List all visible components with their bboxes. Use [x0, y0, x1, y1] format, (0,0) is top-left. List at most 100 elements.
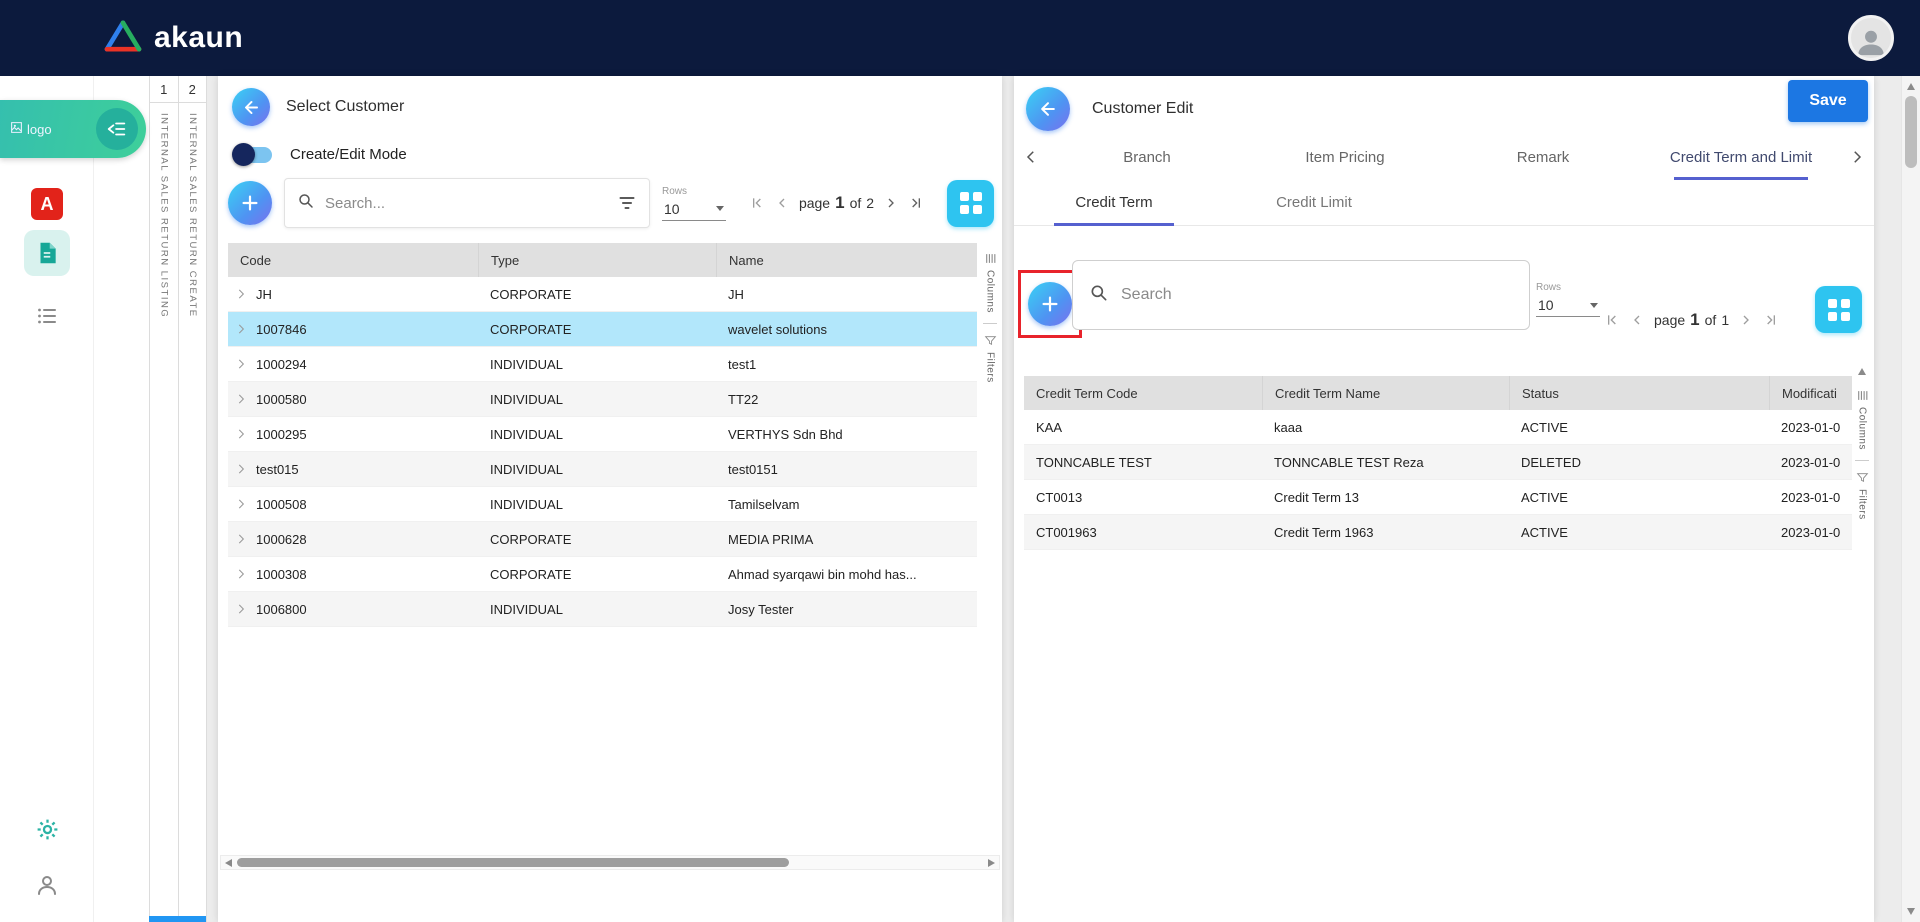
- customer-search-input[interactable]: [325, 195, 607, 212]
- app-body: logo A 1: [0, 76, 1920, 922]
- create-edit-mode-toggle[interactable]: [234, 147, 272, 163]
- filters-button[interactable]: Filters: [984, 334, 997, 383]
- customer-row[interactable]: 1000628 CORPORATE MEDIA PRIMA: [228, 522, 977, 557]
- credit-term-search-box[interactable]: [1072, 260, 1530, 330]
- vertical-tab[interactable]: 2 INTERNAL SALES RETURN CREATE: [178, 76, 207, 922]
- filters-button[interactable]: Filters: [1856, 471, 1869, 520]
- tab-item-pricing[interactable]: Item Pricing: [1246, 134, 1444, 180]
- grid-icon: [1828, 299, 1850, 321]
- credit-term-search-input[interactable]: [1121, 286, 1513, 304]
- brand-logo-icon: [104, 20, 142, 57]
- tabs-scroll-left-icon[interactable]: [1014, 134, 1048, 180]
- tab-branch[interactable]: Branch: [1048, 134, 1246, 180]
- divider: [983, 323, 997, 324]
- tab-remark[interactable]: Remark: [1444, 134, 1642, 180]
- row-expand-icon[interactable]: [232, 322, 250, 336]
- page-scrollbar-thumb[interactable]: [1905, 96, 1917, 168]
- scroll-up-arrow[interactable]: [1907, 83, 1915, 90]
- column-header-code[interactable]: Code: [228, 243, 478, 277]
- first-page-button[interactable]: [1604, 312, 1620, 328]
- rows-select[interactable]: 10: [662, 197, 726, 221]
- save-button[interactable]: Save: [1788, 80, 1868, 122]
- credit-term-row[interactable]: KAA kaaa ACTIVE 2023-01-0: [1024, 410, 1852, 445]
- list-app-icon[interactable]: [35, 304, 59, 333]
- horizontal-scrollbar[interactable]: [220, 855, 1000, 870]
- grid-view-button[interactable]: [947, 180, 994, 227]
- prev-page-button[interactable]: [1629, 312, 1645, 328]
- row-expand-icon[interactable]: [232, 602, 250, 616]
- credit-term-row[interactable]: TONNCABLE TEST TONNCABLE TEST Reza DELET…: [1024, 445, 1852, 480]
- back-button[interactable]: [232, 88, 270, 126]
- rows-select[interactable]: 10: [1536, 293, 1600, 317]
- column-header-type[interactable]: Type: [478, 243, 716, 277]
- customer-row[interactable]: test015 INDIVIDUAL test0151: [228, 452, 977, 487]
- pdf-app-icon[interactable]: A: [31, 188, 63, 220]
- sidebar-footer: [0, 817, 94, 902]
- row-expand-icon[interactable]: [232, 427, 250, 441]
- row-expand-icon[interactable]: [232, 357, 250, 371]
- next-page-button[interactable]: [883, 195, 899, 211]
- last-page-button[interactable]: [1763, 312, 1779, 328]
- customer-row[interactable]: 1000580 INDIVIDUAL TT22: [228, 382, 977, 417]
- row-expand-icon[interactable]: [232, 532, 250, 546]
- settings-gear-icon[interactable]: [35, 817, 60, 847]
- rows-label: Rows: [1536, 282, 1600, 293]
- customer-row[interactable]: JH CORPORATE JH: [228, 277, 977, 312]
- back-button[interactable]: [1026, 87, 1070, 131]
- row-expand-icon[interactable]: [232, 287, 250, 301]
- scroll-left-arrow[interactable]: [225, 859, 232, 867]
- prev-page-button[interactable]: [774, 195, 790, 211]
- document-app-icon[interactable]: [24, 230, 70, 276]
- brand: akaun: [104, 20, 243, 57]
- panel-title: Customer Edit: [1092, 100, 1193, 118]
- column-header-status[interactable]: Status: [1509, 376, 1769, 410]
- customer-row[interactable]: 1006800 INDIVIDUAL Josy Tester: [228, 592, 977, 627]
- next-page-button[interactable]: [1738, 312, 1754, 328]
- first-page-button[interactable]: [749, 195, 765, 211]
- columns-icon: [1856, 389, 1869, 402]
- columns-button[interactable]: Columns: [984, 252, 997, 313]
- credit-term-row[interactable]: CT001963 Credit Term 1963 ACTIVE 2023-01…: [1024, 515, 1852, 550]
- scroll-down-arrow[interactable]: [1907, 908, 1915, 915]
- credit-term-table-header: Credit Term Code Credit Term Name Status…: [1024, 376, 1852, 410]
- column-header-credit-term-name[interactable]: Credit Term Name: [1262, 376, 1509, 410]
- chevron-down-icon: [716, 206, 724, 211]
- horizontal-scrollbar-thumb[interactable]: [237, 858, 789, 867]
- customer-row[interactable]: 1000294 INDIVIDUAL test1: [228, 347, 977, 382]
- vertical-tab[interactable]: 1 INTERNAL SALES RETURN LISTING: [149, 76, 178, 922]
- customer-row[interactable]: 1000308 CORPORATE Ahmad syarqawi bin moh…: [228, 557, 977, 592]
- grid-view-button[interactable]: [1815, 286, 1862, 333]
- page-scrollbar[interactable]: [1901, 76, 1920, 922]
- column-header-credit-term-code[interactable]: Credit Term Code: [1024, 376, 1262, 410]
- columns-button[interactable]: Columns: [1856, 389, 1869, 450]
- subtab-credit-term[interactable]: Credit Term: [1014, 180, 1214, 225]
- sidebar-collapse-button[interactable]: [96, 108, 138, 150]
- column-header-name[interactable]: Name: [716, 243, 977, 277]
- customer-row[interactable]: 1007846 CORPORATE wavelet solutions: [228, 312, 977, 347]
- customer-row[interactable]: 1000295 INDIVIDUAL VERTHYS Sdn Bhd: [228, 417, 977, 452]
- scroll-right-arrow[interactable]: [988, 859, 995, 867]
- credit-term-row[interactable]: CT0013 Credit Term 13 ACTIVE 2023-01-0: [1024, 480, 1852, 515]
- tabs-scroll-right-icon[interactable]: [1840, 134, 1874, 180]
- subtab-credit-limit[interactable]: Credit Limit: [1214, 180, 1414, 225]
- customer-search-box[interactable]: [284, 178, 650, 228]
- row-expand-icon[interactable]: [232, 392, 250, 406]
- rows-label: Rows: [662, 186, 726, 197]
- vertical-tab-label: INTERNAL SALES RETURN LISTING: [158, 113, 169, 318]
- rows-value: 10: [664, 201, 680, 217]
- last-page-button[interactable]: [908, 195, 924, 211]
- customer-toolbar: Rows 10 page 1 of 2: [228, 177, 1002, 229]
- search-icon: [297, 192, 315, 215]
- row-expand-icon[interactable]: [232, 462, 250, 476]
- customer-row[interactable]: 1000508 INDIVIDUAL Tamilselvam: [228, 487, 977, 522]
- tab-credit-term-and-limit[interactable]: Credit Term and Limit: [1642, 134, 1840, 180]
- row-expand-icon[interactable]: [232, 567, 250, 581]
- add-customer-button[interactable]: [228, 181, 272, 225]
- column-header-modification[interactable]: Modificati: [1769, 376, 1852, 410]
- table-scroll-up-arrow[interactable]: [1858, 368, 1866, 375]
- profile-icon[interactable]: [35, 873, 59, 902]
- row-expand-icon[interactable]: [232, 497, 250, 511]
- filter-icon[interactable]: [617, 193, 637, 213]
- user-avatar[interactable]: [1848, 15, 1894, 61]
- add-credit-term-button[interactable]: [1028, 282, 1072, 326]
